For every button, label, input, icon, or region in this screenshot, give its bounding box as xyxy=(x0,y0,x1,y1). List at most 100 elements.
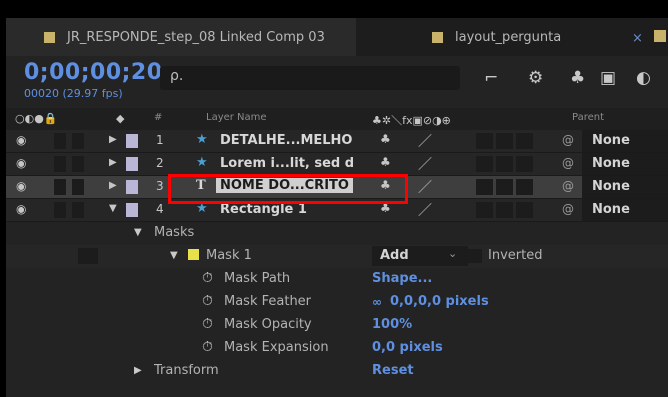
parent-column-header[interactable]: Parent xyxy=(572,112,604,123)
mask-visibility-toggle[interactable] xyxy=(78,248,98,264)
parent-value: None xyxy=(592,202,630,217)
solo-toggle[interactable] xyxy=(54,179,66,195)
eye-icon[interactable]: ◉ xyxy=(16,179,26,193)
layer-name[interactable]: Lorem i...lit, sed d xyxy=(220,156,354,171)
collapse-arrow-icon[interactable]: ▼ xyxy=(109,203,117,214)
property-value[interactable]: 0,0 pixels xyxy=(372,340,443,355)
lock-toggle[interactable] xyxy=(72,179,84,195)
reset-link[interactable]: Reset xyxy=(372,363,414,378)
pickwhip-icon[interactable]: @ xyxy=(562,156,574,170)
solo-toggle[interactable] xyxy=(54,202,66,218)
transform-row[interactable]: ▶ Transform Reset xyxy=(6,360,668,383)
expand-arrow-icon[interactable]: ▶ xyxy=(109,157,117,168)
comp-flowchart-icon[interactable]: ⌐ xyxy=(484,68,498,88)
layer-row[interactable]: ◉ ▶ 1 ★ DETALHE...MELHO ♣ ／ @ None xyxy=(6,130,668,153)
tab-label: layout_pergunta xyxy=(455,29,562,45)
stopwatch-icon[interactable]: ⏱ xyxy=(202,270,213,286)
switch-cell[interactable] xyxy=(516,156,533,172)
tab-overflow-swatch[interactable] xyxy=(654,30,666,42)
pickwhip-icon[interactable]: @ xyxy=(562,133,574,147)
property-row[interactable]: ⏱ Mask Opacity 100% xyxy=(6,314,668,337)
collapse-arrow-icon[interactable]: ▼ xyxy=(134,227,142,238)
switch-cell[interactable] xyxy=(496,133,513,149)
timeline-panel: JR_RESPONDE_step_08 Linked Comp 03 layou… xyxy=(6,18,668,397)
link-icon[interactable]: ∞ xyxy=(372,295,382,309)
mask-row[interactable]: ▼ Mask 1 Add ⌄ Inverted xyxy=(6,245,668,268)
label-color-swatch[interactable] xyxy=(126,134,138,148)
property-row[interactable]: ⏱ Mask Feather ∞ 0,0,0,0 pixels xyxy=(6,291,668,314)
switch-cell[interactable] xyxy=(476,179,493,195)
layer-number: 3 xyxy=(156,179,164,193)
switch-cell[interactable] xyxy=(496,156,513,172)
property-row[interactable]: ⏱ Mask Path Shape... xyxy=(6,268,668,291)
label-color-swatch[interactable] xyxy=(126,203,138,217)
label-color-swatch[interactable] xyxy=(126,157,138,171)
switch-cell[interactable] xyxy=(496,179,513,195)
switch-cell[interactable] xyxy=(476,202,493,218)
parent-dropdown[interactable]: None xyxy=(582,130,668,152)
switch-cell[interactable] xyxy=(476,156,493,172)
layer-row[interactable]: ◉ ▶ 2 ★ Lorem i...lit, sed d ♣ ／ @ None xyxy=(6,153,668,176)
property-row[interactable]: ⏱ Mask Expansion 0,0 pixels xyxy=(6,337,668,360)
quality-switch-icon[interactable]: ／ xyxy=(418,131,432,151)
current-time-display[interactable]: 0;00;00;20 xyxy=(24,60,163,85)
draft-3d-icon[interactable]: ⚙ xyxy=(528,68,543,88)
eye-icon[interactable]: ◉ xyxy=(16,133,26,147)
solo-toggle[interactable] xyxy=(54,133,66,149)
eye-icon[interactable]: ◉ xyxy=(16,202,26,216)
shy-switch-icon[interactable]: ♣ xyxy=(380,155,391,169)
mask-color-swatch[interactable] xyxy=(188,249,199,260)
expand-arrow-icon[interactable]: ▶ xyxy=(134,365,142,376)
mask-mode-dropdown[interactable]: Add ⌄ xyxy=(372,246,468,266)
property-value[interactable]: 100% xyxy=(372,317,412,332)
quality-switch-icon[interactable]: ／ xyxy=(418,177,432,197)
masks-group-row[interactable]: ▼ Masks xyxy=(6,222,668,245)
parent-dropdown[interactable]: None xyxy=(582,176,668,198)
expand-arrow-icon[interactable]: ▶ xyxy=(109,180,117,191)
layer-number: 2 xyxy=(156,156,164,170)
parent-dropdown[interactable]: None xyxy=(582,199,668,221)
property-label: Mask Opacity xyxy=(224,317,312,332)
tab-layout-pergunta[interactable]: layout_pergunta xyxy=(432,18,561,56)
lock-toggle[interactable] xyxy=(72,133,84,149)
layer-name[interactable]: DETALHE...MELHO xyxy=(220,133,352,148)
timeline-header: 0;00;00;20 00020 (29.97 fps) ρ. ⌐ ⚙ ♣ ▣ … xyxy=(6,56,668,108)
switch-cell[interactable] xyxy=(496,202,513,218)
lock-toggle[interactable] xyxy=(72,202,84,218)
collapse-arrow-icon[interactable]: ▼ xyxy=(170,250,178,261)
switch-cell[interactable] xyxy=(516,202,533,218)
tab-linked-comp[interactable]: JR_RESPONDE_step_08 Linked Comp 03 xyxy=(6,18,356,56)
property-label: Mask Expansion xyxy=(224,340,329,355)
parent-dropdown[interactable]: None xyxy=(582,153,668,175)
switch-cell[interactable] xyxy=(476,133,493,149)
search-input[interactable]: ρ. xyxy=(160,66,460,90)
solo-toggle[interactable] xyxy=(54,156,66,172)
label-color-swatch[interactable] xyxy=(126,180,138,194)
layer-name-column-header[interactable]: Layer Name xyxy=(206,112,267,123)
tab-bar: JR_RESPONDE_step_08 Linked Comp 03 layou… xyxy=(6,18,668,56)
switch-cell[interactable] xyxy=(516,179,533,195)
eye-icon[interactable]: ◉ xyxy=(16,156,26,170)
tab-label: JR_RESPONDE_step_08 Linked Comp 03 xyxy=(67,29,325,45)
inverted-checkbox[interactable] xyxy=(468,249,482,263)
stopwatch-icon[interactable]: ⏱ xyxy=(202,293,213,309)
quality-switch-icon[interactable]: ／ xyxy=(418,200,432,220)
close-icon[interactable]: × xyxy=(632,31,643,46)
expand-arrow-icon[interactable]: ▶ xyxy=(109,134,117,145)
property-value[interactable]: 0,0,0,0 pixels xyxy=(390,294,489,309)
mask-name[interactable]: Mask 1 xyxy=(206,248,252,263)
shy-switch-icon[interactable]: ♣ xyxy=(380,132,391,146)
lock-toggle[interactable] xyxy=(72,156,84,172)
shape-layer-icon: ★ xyxy=(196,155,208,170)
motion-blur-icon[interactable]: ◐ xyxy=(636,68,651,88)
property-value[interactable]: Shape... xyxy=(372,271,432,286)
switch-cell[interactable] xyxy=(516,133,533,149)
layer-name[interactable]: Rectangle 1 xyxy=(220,202,307,217)
stopwatch-icon[interactable]: ⏱ xyxy=(202,316,213,332)
pickwhip-icon[interactable]: @ xyxy=(562,202,574,216)
pickwhip-icon[interactable]: @ xyxy=(562,179,574,193)
frame-blending-icon[interactable]: ▣ xyxy=(600,68,616,88)
stopwatch-icon[interactable]: ⏱ xyxy=(202,339,213,355)
shy-layers-icon[interactable]: ♣ xyxy=(570,68,585,88)
quality-switch-icon[interactable]: ／ xyxy=(418,154,432,174)
